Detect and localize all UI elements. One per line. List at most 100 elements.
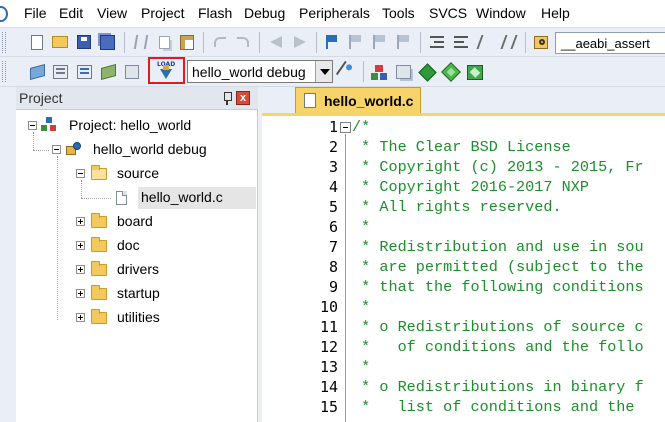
find-combo-input[interactable]: __aeabi_assert	[555, 32, 665, 54]
batch-build-icon[interactable]	[98, 62, 118, 82]
tree-label: startup	[117, 285, 160, 301]
select-packs-icon[interactable]	[393, 62, 413, 82]
expand-icon[interactable]	[76, 265, 85, 274]
code-line[interactable]: * Redistribution and use in sou	[352, 238, 644, 256]
code-line[interactable]: * o Redistributions in binary f	[352, 378, 644, 396]
line-number: 7	[328, 238, 338, 256]
tree-item-utilities[interactable]: utilities	[16, 307, 256, 329]
code-line[interactable]: * list of conditions and the	[352, 398, 644, 416]
toolbar-separator	[259, 32, 260, 53]
save-icon[interactable]	[74, 32, 94, 52]
target-icon	[66, 142, 82, 156]
code-line[interactable]: * o Redistributions of source c	[352, 318, 644, 336]
prev-bookmark-icon[interactable]	[346, 32, 366, 52]
line-number: 10	[319, 298, 338, 316]
tree-label: drivers	[117, 261, 160, 277]
redo-icon[interactable]	[233, 32, 253, 52]
project-panel: Project x Project: hello_world hello_wor…	[16, 87, 258, 422]
line-number: 9	[328, 278, 338, 296]
tree-item-drivers[interactable]: drivers	[16, 259, 256, 281]
chevron-down-icon[interactable]	[315, 61, 332, 82]
tree-item-hello-world-c[interactable]: hello_world.c	[16, 187, 256, 209]
menu-help[interactable]: Help	[541, 5, 570, 21]
menu-view[interactable]: View	[97, 5, 127, 21]
line-number: 6	[328, 218, 338, 236]
tree-item-startup[interactable]: startup	[16, 283, 256, 305]
toolbar-separator	[363, 61, 364, 82]
tree-item-target[interactable]: hello_world debug	[16, 139, 256, 161]
bookmark-icon[interactable]	[322, 32, 342, 52]
menu-project[interactable]: Project	[141, 5, 185, 21]
clear-bookmarks-icon[interactable]	[394, 32, 414, 52]
target-select[interactable]: hello_world debug	[187, 60, 333, 83]
code-line[interactable]: /*	[352, 118, 370, 136]
comment-icon[interactable]	[475, 32, 495, 52]
expand-icon[interactable]	[76, 241, 85, 250]
build-icon[interactable]	[50, 62, 70, 82]
undo-icon[interactable]	[210, 32, 230, 52]
copy-icon[interactable]	[154, 32, 174, 52]
folder-open-icon	[91, 165, 107, 180]
code-line[interactable]: * All rights reserved.	[352, 198, 562, 216]
toolbar-grip[interactable]	[2, 61, 6, 82]
save-all-icon[interactable]	[97, 32, 117, 52]
unindent-icon[interactable]	[451, 32, 471, 52]
tree-item-board[interactable]: board	[16, 211, 256, 233]
menu-flash[interactable]: Flash	[198, 5, 232, 21]
menu-tools[interactable]: Tools	[382, 5, 415, 21]
next-bookmark-icon[interactable]	[370, 32, 390, 52]
expand-icon[interactable]	[76, 313, 85, 322]
new-file-icon[interactable]	[27, 32, 47, 52]
pack-installer-icon[interactable]	[417, 62, 437, 82]
paste-icon[interactable]	[177, 32, 197, 52]
code-text[interactable]: /* * The Clear BSD License * Copyright (…	[352, 116, 665, 422]
target-select-value: hello_world debug	[192, 64, 306, 80]
navigate-back-icon[interactable]	[266, 32, 286, 52]
menu-edit[interactable]: Edit	[59, 5, 83, 21]
folder-icon	[91, 285, 107, 300]
find-in-files-icon[interactable]	[531, 32, 551, 52]
menu-debug[interactable]: Debug	[244, 5, 285, 21]
code-line[interactable]: * of conditions and the follo	[352, 338, 644, 356]
indent-icon[interactable]	[427, 32, 447, 52]
menu-peripherals[interactable]: Peripherals	[299, 5, 370, 21]
tree-item-doc[interactable]: doc	[16, 235, 256, 257]
menu-file[interactable]: File	[24, 5, 47, 21]
code-line[interactable]: *	[352, 358, 370, 376]
rebuild-icon[interactable]	[74, 62, 94, 82]
translate-icon[interactable]	[27, 62, 47, 82]
code-line[interactable]: *	[352, 218, 370, 236]
navigate-forward-icon[interactable]	[290, 32, 310, 52]
toolbar-grip[interactable]	[2, 32, 6, 53]
collapse-icon[interactable]	[28, 121, 37, 130]
collapse-icon[interactable]	[52, 145, 61, 154]
expand-icon[interactable]	[76, 217, 85, 226]
fold-collapse-icon[interactable]	[340, 122, 351, 133]
tree-item-project-root[interactable]: Project: hello_world	[16, 115, 256, 137]
expand-icon[interactable]	[76, 289, 85, 298]
line-number: 8	[328, 258, 338, 276]
tree-item-source[interactable]: source	[16, 163, 256, 185]
tab-hello-world-c[interactable]: hello_world.c	[295, 87, 421, 113]
manage-components-icon[interactable]	[369, 62, 389, 82]
close-icon[interactable]: x	[236, 91, 250, 105]
cut-icon[interactable]	[131, 32, 151, 52]
menu-svcs[interactable]: SVCS	[429, 5, 467, 21]
code-line[interactable]: * Copyright 2016-2017 NXP	[352, 178, 589, 196]
folder-icon	[91, 261, 107, 276]
pin-icon[interactable]	[222, 92, 232, 105]
event-recorder-icon[interactable]	[465, 62, 485, 82]
open-folder-icon[interactable]	[50, 32, 70, 52]
code-line[interactable]: * The Clear BSD License	[352, 138, 571, 156]
target-options-icon[interactable]	[335, 60, 359, 84]
code-line[interactable]: *	[352, 298, 370, 316]
code-line[interactable]: * Copyright (c) 2013 - 2015, Fr	[352, 158, 644, 176]
uncomment-icon[interactable]	[499, 32, 519, 52]
code-editor[interactable]: 1 2 3 4 5 6 7 8 9 10 11 12 13 14 15 /* * The Clear BSD…	[262, 113, 665, 422]
code-line[interactable]: * are permitted (subject to the	[352, 258, 644, 276]
run-time-env-icon[interactable]	[441, 62, 461, 82]
menu-window[interactable]: Window	[476, 5, 526, 21]
collapse-icon[interactable]	[76, 169, 85, 178]
code-line[interactable]: * that the following conditions	[352, 278, 644, 296]
stop-build-icon[interactable]	[122, 62, 142, 82]
